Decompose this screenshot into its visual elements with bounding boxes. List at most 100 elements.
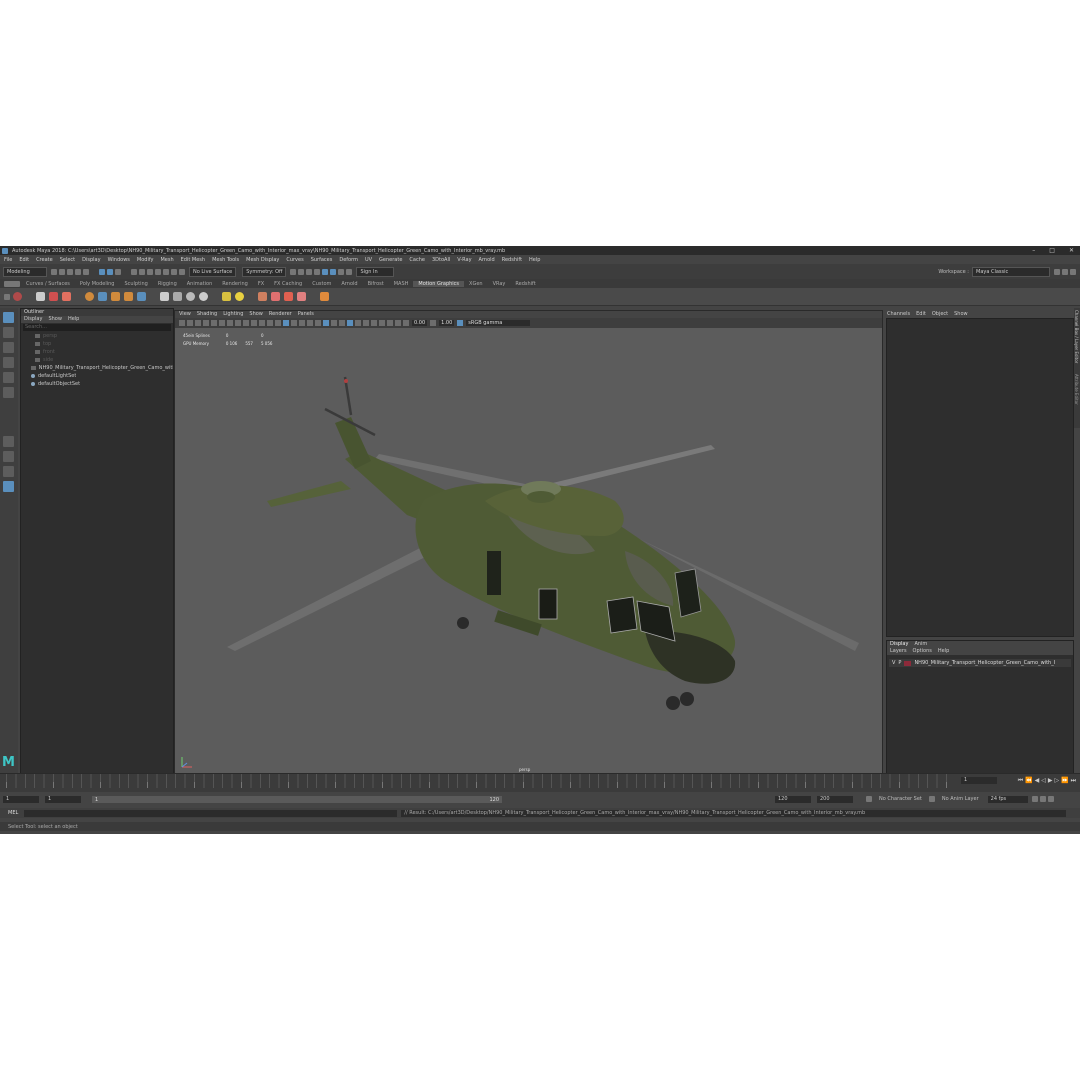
helicopter-model[interactable] xyxy=(175,311,882,775)
menu-mesh-tools[interactable]: Mesh Tools xyxy=(212,257,239,263)
type-icon[interactable] xyxy=(111,292,120,301)
menu-cache[interactable]: Cache xyxy=(409,257,425,263)
type-tool-icon[interactable] xyxy=(49,292,58,301)
outliner-menu-display[interactable]: Display xyxy=(24,316,42,322)
step-forward-key-icon[interactable]: ⏩ xyxy=(1061,777,1068,785)
outliner-layout-icon[interactable] xyxy=(3,481,14,492)
outliner-menu-help[interactable]: Help xyxy=(68,316,79,322)
motion-graphics-icon-2[interactable] xyxy=(98,292,107,301)
anim-layer-dropdown[interactable]: No Anim Layer xyxy=(942,796,979,802)
toggle-panels-icon[interactable] xyxy=(1054,268,1060,275)
menu-help[interactable]: Help xyxy=(529,257,540,263)
go-to-end-icon[interactable]: ⏭ xyxy=(1071,777,1076,785)
menu-create[interactable]: Create xyxy=(36,257,53,263)
layer-menu-help[interactable]: Help xyxy=(938,648,949,654)
viewport-panel[interactable]: View Shading Lighting Show Renderer Panels xyxy=(174,310,883,776)
shelf-tab-redshift[interactable]: Redshift xyxy=(510,281,540,287)
snap-view-icon[interactable] xyxy=(155,268,161,275)
shelf-tab-mash[interactable]: MASH xyxy=(389,281,414,287)
shelf-tab-curves-surfaces[interactable]: Curves / Surfaces xyxy=(21,281,75,287)
lasso-tool-icon[interactable] xyxy=(3,327,14,338)
live-surface-field[interactable]: No Live Surface xyxy=(189,266,237,277)
snap-curve-icon[interactable] xyxy=(139,268,145,275)
shelf-tab-rendering[interactable]: Rendering xyxy=(217,281,253,287)
shelf-tab-sculpting[interactable]: Sculpting xyxy=(119,281,152,287)
channel-box-side-tab[interactable]: Channel Box / Layer Editor xyxy=(1074,310,1079,370)
open-scene-icon[interactable] xyxy=(59,268,65,275)
snap-live-icon[interactable] xyxy=(171,268,177,275)
start-time-field[interactable]: 1 xyxy=(3,795,39,803)
four-view-icon[interactable] xyxy=(3,451,14,462)
menu-deform[interactable]: Deform xyxy=(339,257,358,263)
ipr-render-icon[interactable] xyxy=(306,268,313,275)
motion-graphics-icon-5[interactable] xyxy=(137,292,146,301)
sound-icon[interactable] xyxy=(1047,796,1054,802)
select-hierarchy-icon[interactable] xyxy=(99,268,105,275)
menu-select[interactable]: Select xyxy=(60,257,75,263)
menu-file[interactable]: File xyxy=(4,257,12,263)
close-button[interactable]: ✕ xyxy=(1069,247,1074,254)
shelf-tab-poly-modeling[interactable]: Poly Modeling xyxy=(75,281,120,287)
menu-uv[interactable]: UV xyxy=(365,257,372,263)
motion-graphics-icon-15[interactable] xyxy=(297,292,306,301)
layer-visibility-toggle[interactable]: V xyxy=(892,660,895,666)
paint-select-icon[interactable] xyxy=(3,342,14,353)
workspace-dropdown[interactable]: Maya Classic xyxy=(972,266,1050,277)
outliner-item[interactable]: defaultObjectSet xyxy=(21,380,173,388)
mode-dropdown[interactable]: Modeling xyxy=(3,266,47,277)
outliner-search-input[interactable]: Search... xyxy=(23,324,171,331)
command-input[interactable] xyxy=(24,809,398,817)
time-slider[interactable]: 1 ⏮ ⏪ ◀ ◁ ▶ ▷ ⏩ ⏭ xyxy=(0,773,1080,792)
layer-playback-toggle[interactable]: P xyxy=(898,660,901,666)
step-back-key-icon[interactable]: ⏪ xyxy=(1025,777,1032,785)
shelf-menu-icon[interactable] xyxy=(4,293,10,300)
step-forward-icon[interactable]: ▷ xyxy=(1054,777,1059,785)
mash-icon[interactable] xyxy=(13,292,22,301)
motion-graphics-icon-12[interactable] xyxy=(258,292,267,301)
step-back-icon[interactable]: ◀ xyxy=(1035,777,1040,785)
motion-graphics-icon-10[interactable] xyxy=(222,292,231,301)
shelf-tab-bifrost[interactable]: Bifrost xyxy=(363,281,389,287)
channel-menu-edit[interactable]: Edit xyxy=(916,311,926,317)
menu-3dtoall[interactable]: 3DtoAll xyxy=(432,257,450,263)
play-back-icon[interactable]: ◁ xyxy=(1041,777,1046,785)
outliner-item[interactable]: defaultLightSet xyxy=(21,372,173,380)
hypershade-icon[interactable] xyxy=(322,268,329,275)
character-set-icon[interactable] xyxy=(866,796,872,802)
shelf-tab-custom[interactable]: Custom xyxy=(307,281,336,287)
motion-graphics-icon-16[interactable] xyxy=(320,292,329,301)
sweep-icon[interactable] xyxy=(62,292,71,301)
render-view-icon[interactable] xyxy=(330,268,337,275)
render-settings-icon[interactable] xyxy=(314,268,321,275)
menu-generate[interactable]: Generate xyxy=(379,257,402,263)
rotate-tool-icon[interactable] xyxy=(3,372,14,383)
select-tool-icon[interactable] xyxy=(3,312,14,323)
motion-graphics-icon-1[interactable] xyxy=(85,292,94,301)
channel-menu-show[interactable]: Show xyxy=(954,311,968,317)
animation-end-field[interactable]: 200 xyxy=(817,795,853,803)
shelf-tab-fx-caching[interactable]: FX Caching xyxy=(269,281,307,287)
menu-modify[interactable]: Modify xyxy=(137,257,154,263)
outliner-item[interactable]: NH90_Military_Transport_Helicopter_Green… xyxy=(21,364,173,372)
outliner-item[interactable]: top xyxy=(21,340,173,348)
menu-mesh-display[interactable]: Mesh Display xyxy=(246,257,279,263)
display-layer-row[interactable]: V P NH90_Military_Transport_Helicopter_G… xyxy=(889,659,1071,667)
shelf-tab-vray[interactable]: VRay xyxy=(488,281,511,287)
anim-layer-icon[interactable] xyxy=(928,796,935,802)
pause-icon[interactable] xyxy=(346,268,353,275)
menu-v-ray[interactable]: V-Ray xyxy=(457,257,471,263)
magnet-icon[interactable] xyxy=(179,268,185,275)
motion-graphics-icon-4[interactable] xyxy=(124,292,133,301)
playback-start-field[interactable]: 1 xyxy=(45,795,81,803)
shelf-settings-icon[interactable] xyxy=(4,280,20,287)
toggle-panels-icon-3[interactable] xyxy=(1070,268,1076,275)
redo-icon[interactable] xyxy=(83,268,89,275)
layer-tab-display[interactable]: Display xyxy=(890,641,908,647)
history-icon[interactable] xyxy=(290,268,297,275)
menu-display[interactable]: Display xyxy=(82,257,100,263)
menu-edit-mesh[interactable]: Edit Mesh xyxy=(181,257,205,263)
menu-windows[interactable]: Windows xyxy=(108,257,130,263)
play-icon[interactable]: ▶ xyxy=(1048,777,1053,785)
motion-graphics-icon-6[interactable] xyxy=(160,292,169,301)
shelf-tab-animation[interactable]: Animation xyxy=(182,281,218,287)
